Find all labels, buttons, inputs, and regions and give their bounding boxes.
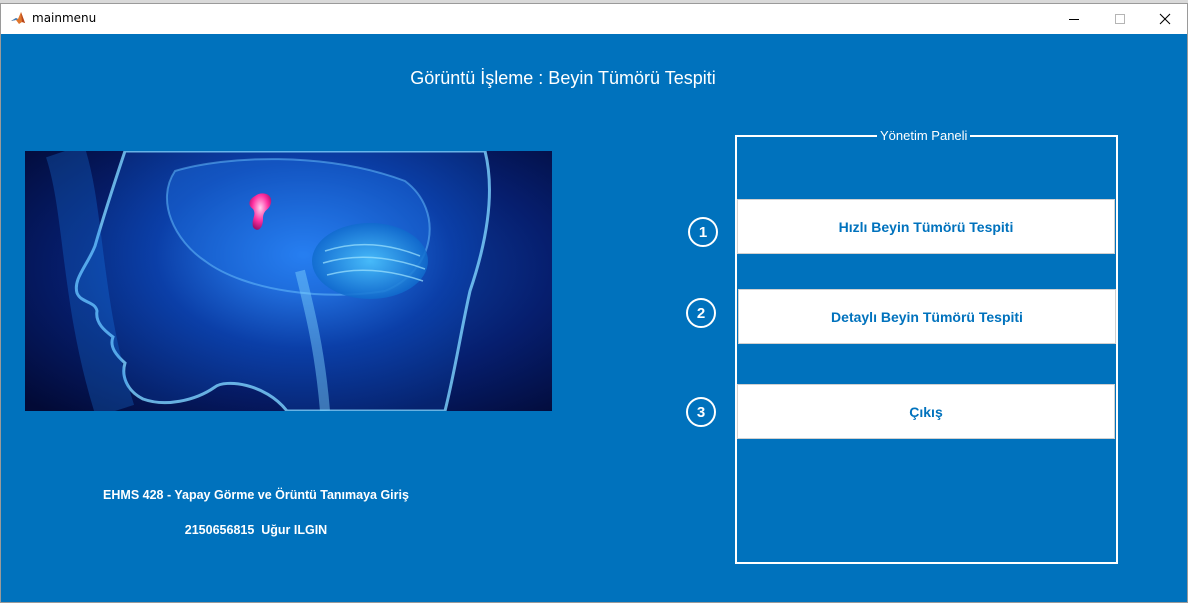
app-window: mainmenu Görüntü İşleme : Beyin Tümörü T… <box>0 3 1188 603</box>
client-area: Görüntü İşleme : Beyin Tümörü Tespiti EH… <box>1 34 1187 602</box>
detailed-detection-button[interactable]: Detaylı Beyin Tümörü Tespiti <box>738 289 1116 344</box>
step-1-badge: 1 <box>688 217 718 247</box>
exit-button[interactable]: Çıkış <box>737 384 1115 439</box>
maximize-button <box>1097 4 1143 33</box>
title-bar[interactable]: mainmenu <box>1 4 1187 33</box>
minimize-button[interactable] <box>1051 4 1097 33</box>
student-label: 2150656815 Uğur ILGIN <box>184 523 328 537</box>
brain-scan-image <box>25 151 552 411</box>
page-title: Görüntü İşleme : Beyin Tümörü Tespiti <box>410 68 716 88</box>
panel-title: Yönetim Paneli <box>877 128 971 144</box>
quick-detection-button[interactable]: Hızlı Beyin Tümörü Tespiti <box>737 199 1115 254</box>
step-3-badge: 3 <box>686 397 716 427</box>
close-icon <box>1159 13 1171 24</box>
close-button[interactable] <box>1142 4 1188 33</box>
minimize-icon <box>1069 18 1079 20</box>
matlab-icon <box>10 10 26 26</box>
step-2-badge: 2 <box>686 298 716 328</box>
course-label: EHMS 428 - Yapay Görme ve Örüntü Tanımay… <box>103 488 409 502</box>
maximize-icon <box>1115 13 1125 24</box>
window-title: mainmenu <box>32 11 97 25</box>
